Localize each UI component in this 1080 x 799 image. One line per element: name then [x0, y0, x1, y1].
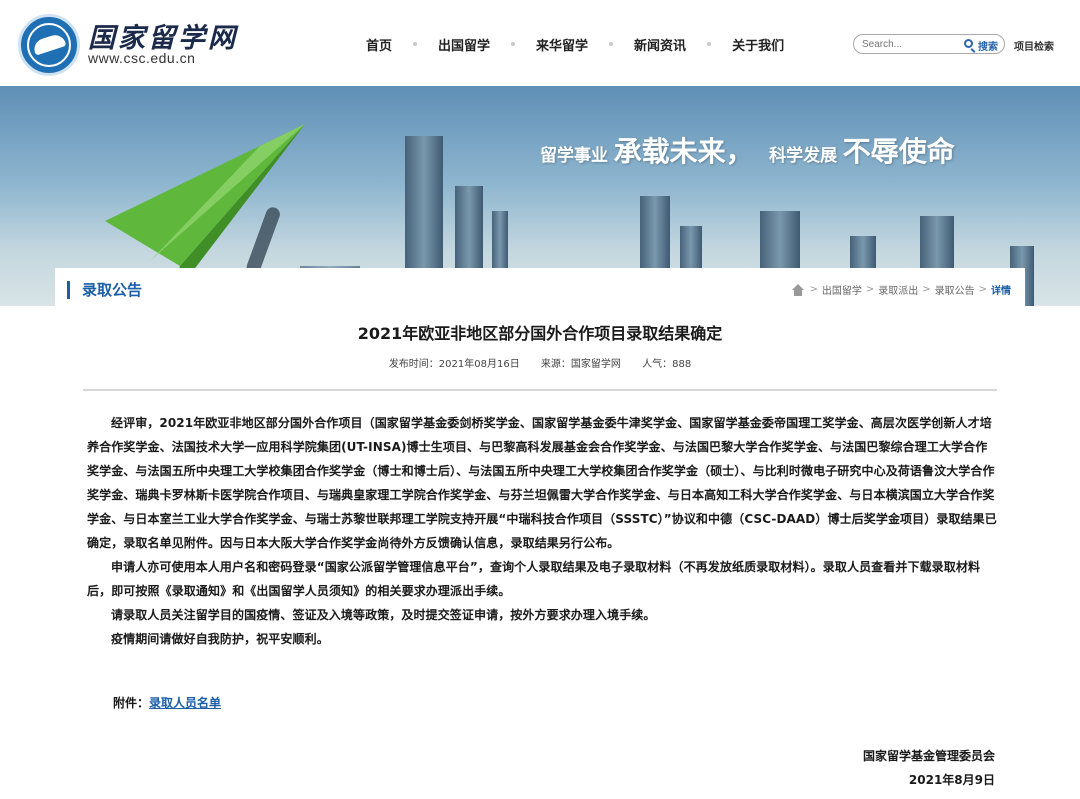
- nav-separator-dot: [609, 42, 614, 46]
- csc-logo-icon[interactable]: [18, 14, 80, 76]
- view-count: 人气：888: [642, 359, 692, 370]
- slogan-part: 留学事业: [540, 146, 608, 166]
- logo-url: www.csc.edu.cn: [88, 50, 196, 66]
- article-title: 2021年欧亚非地区部分国外合作项目录取结果确定: [357, 324, 723, 343]
- search-icon[interactable]: [964, 39, 973, 48]
- article-meta: 发布时间：2021年08月16日 来源：国家留学网 人气：888: [55, 355, 1025, 370]
- breadcrumb: > 出国留学 > 录取派出 > 录取公告 > 详情: [791, 282, 1011, 297]
- article-body: 经评审，2021年欧亚非地区部分国外合作项目（国家留学基金委剑桥奖学金、国家留学…: [87, 411, 997, 651]
- article-source: 来源：国家留学网: [540, 359, 621, 370]
- project-search-link[interactable]: 项目检索: [1014, 38, 1054, 53]
- attachment: 附件：录取人员名单: [113, 694, 221, 711]
- article-paragraph: 疫情期间请做好自我防护，祝平安顺利。: [111, 632, 329, 646]
- article-paragraph: 经评审，2021年欧亚非地区部分国外合作项目（国家留学基金委剑桥奖学金、国家留学…: [87, 416, 997, 550]
- site-header: 国家留学网 www.csc.edu.cn 首页 出国留学 来华留学 新闻资讯 关…: [0, 0, 1080, 86]
- search-button[interactable]: 搜索: [978, 38, 998, 53]
- divider: [83, 389, 997, 391]
- content-panel: 录取公告 > 出国留学 > 录取派出 > 录取公告 > 详情 2021年欧亚非地…: [55, 268, 1025, 799]
- nav-study-abroad[interactable]: 出国留学: [438, 35, 490, 54]
- search-input[interactable]: [862, 37, 962, 52]
- nav-separator-dot: [707, 42, 712, 46]
- nav-separator-dot: [511, 42, 516, 46]
- publish-time: 发布时间：2021年08月16日: [388, 359, 520, 370]
- main-nav: 首页 出国留学 来华留学 新闻资讯 关于我们: [366, 34, 784, 54]
- slogan-part: 科学发展: [769, 146, 838, 166]
- signoff: 国家留学基金管理委员会 2021年8月9日: [863, 744, 995, 792]
- nav-about-us[interactable]: 关于我们: [732, 35, 784, 54]
- article-paragraph: 请录取人员关注留学目的国疫情、签证及入境等政策，及时提交签证申请，按外方要求办理…: [111, 608, 656, 622]
- nav-home[interactable]: 首页: [366, 35, 392, 54]
- breadcrumb-item[interactable]: 录取派出: [878, 282, 918, 297]
- section-title: 录取公告: [67, 281, 142, 299]
- article-paragraph: 申请人亦可使用本人用户名和密码登录“国家公派留学管理信息平台”，查询个人录取结果…: [87, 560, 981, 598]
- slogan-part: 不辱使命: [842, 135, 955, 168]
- breadcrumb-current: 详情: [991, 286, 1011, 297]
- nav-separator-dot: [413, 42, 418, 46]
- signoff-org: 国家留学基金管理委员会: [862, 749, 995, 763]
- attachment-label: 附件：: [113, 696, 150, 710]
- nav-news[interactable]: 新闻资讯: [634, 35, 686, 54]
- attachment-link[interactable]: 录取人员名单: [149, 696, 221, 710]
- nav-study-in-china[interactable]: 来华留学: [536, 35, 588, 54]
- breadcrumb-item[interactable]: 录取公告: [935, 282, 975, 297]
- home-icon[interactable]: [791, 283, 805, 296]
- banner-slogan: 留学事业 承载未来， 科学发展 不辱使命: [540, 130, 965, 170]
- breadcrumb-item[interactable]: 出国留学: [822, 282, 862, 297]
- slogan-part: 承载未来，: [613, 135, 754, 168]
- search-box: 搜索: [853, 34, 1005, 54]
- signoff-date: 2021年8月9日: [908, 773, 995, 787]
